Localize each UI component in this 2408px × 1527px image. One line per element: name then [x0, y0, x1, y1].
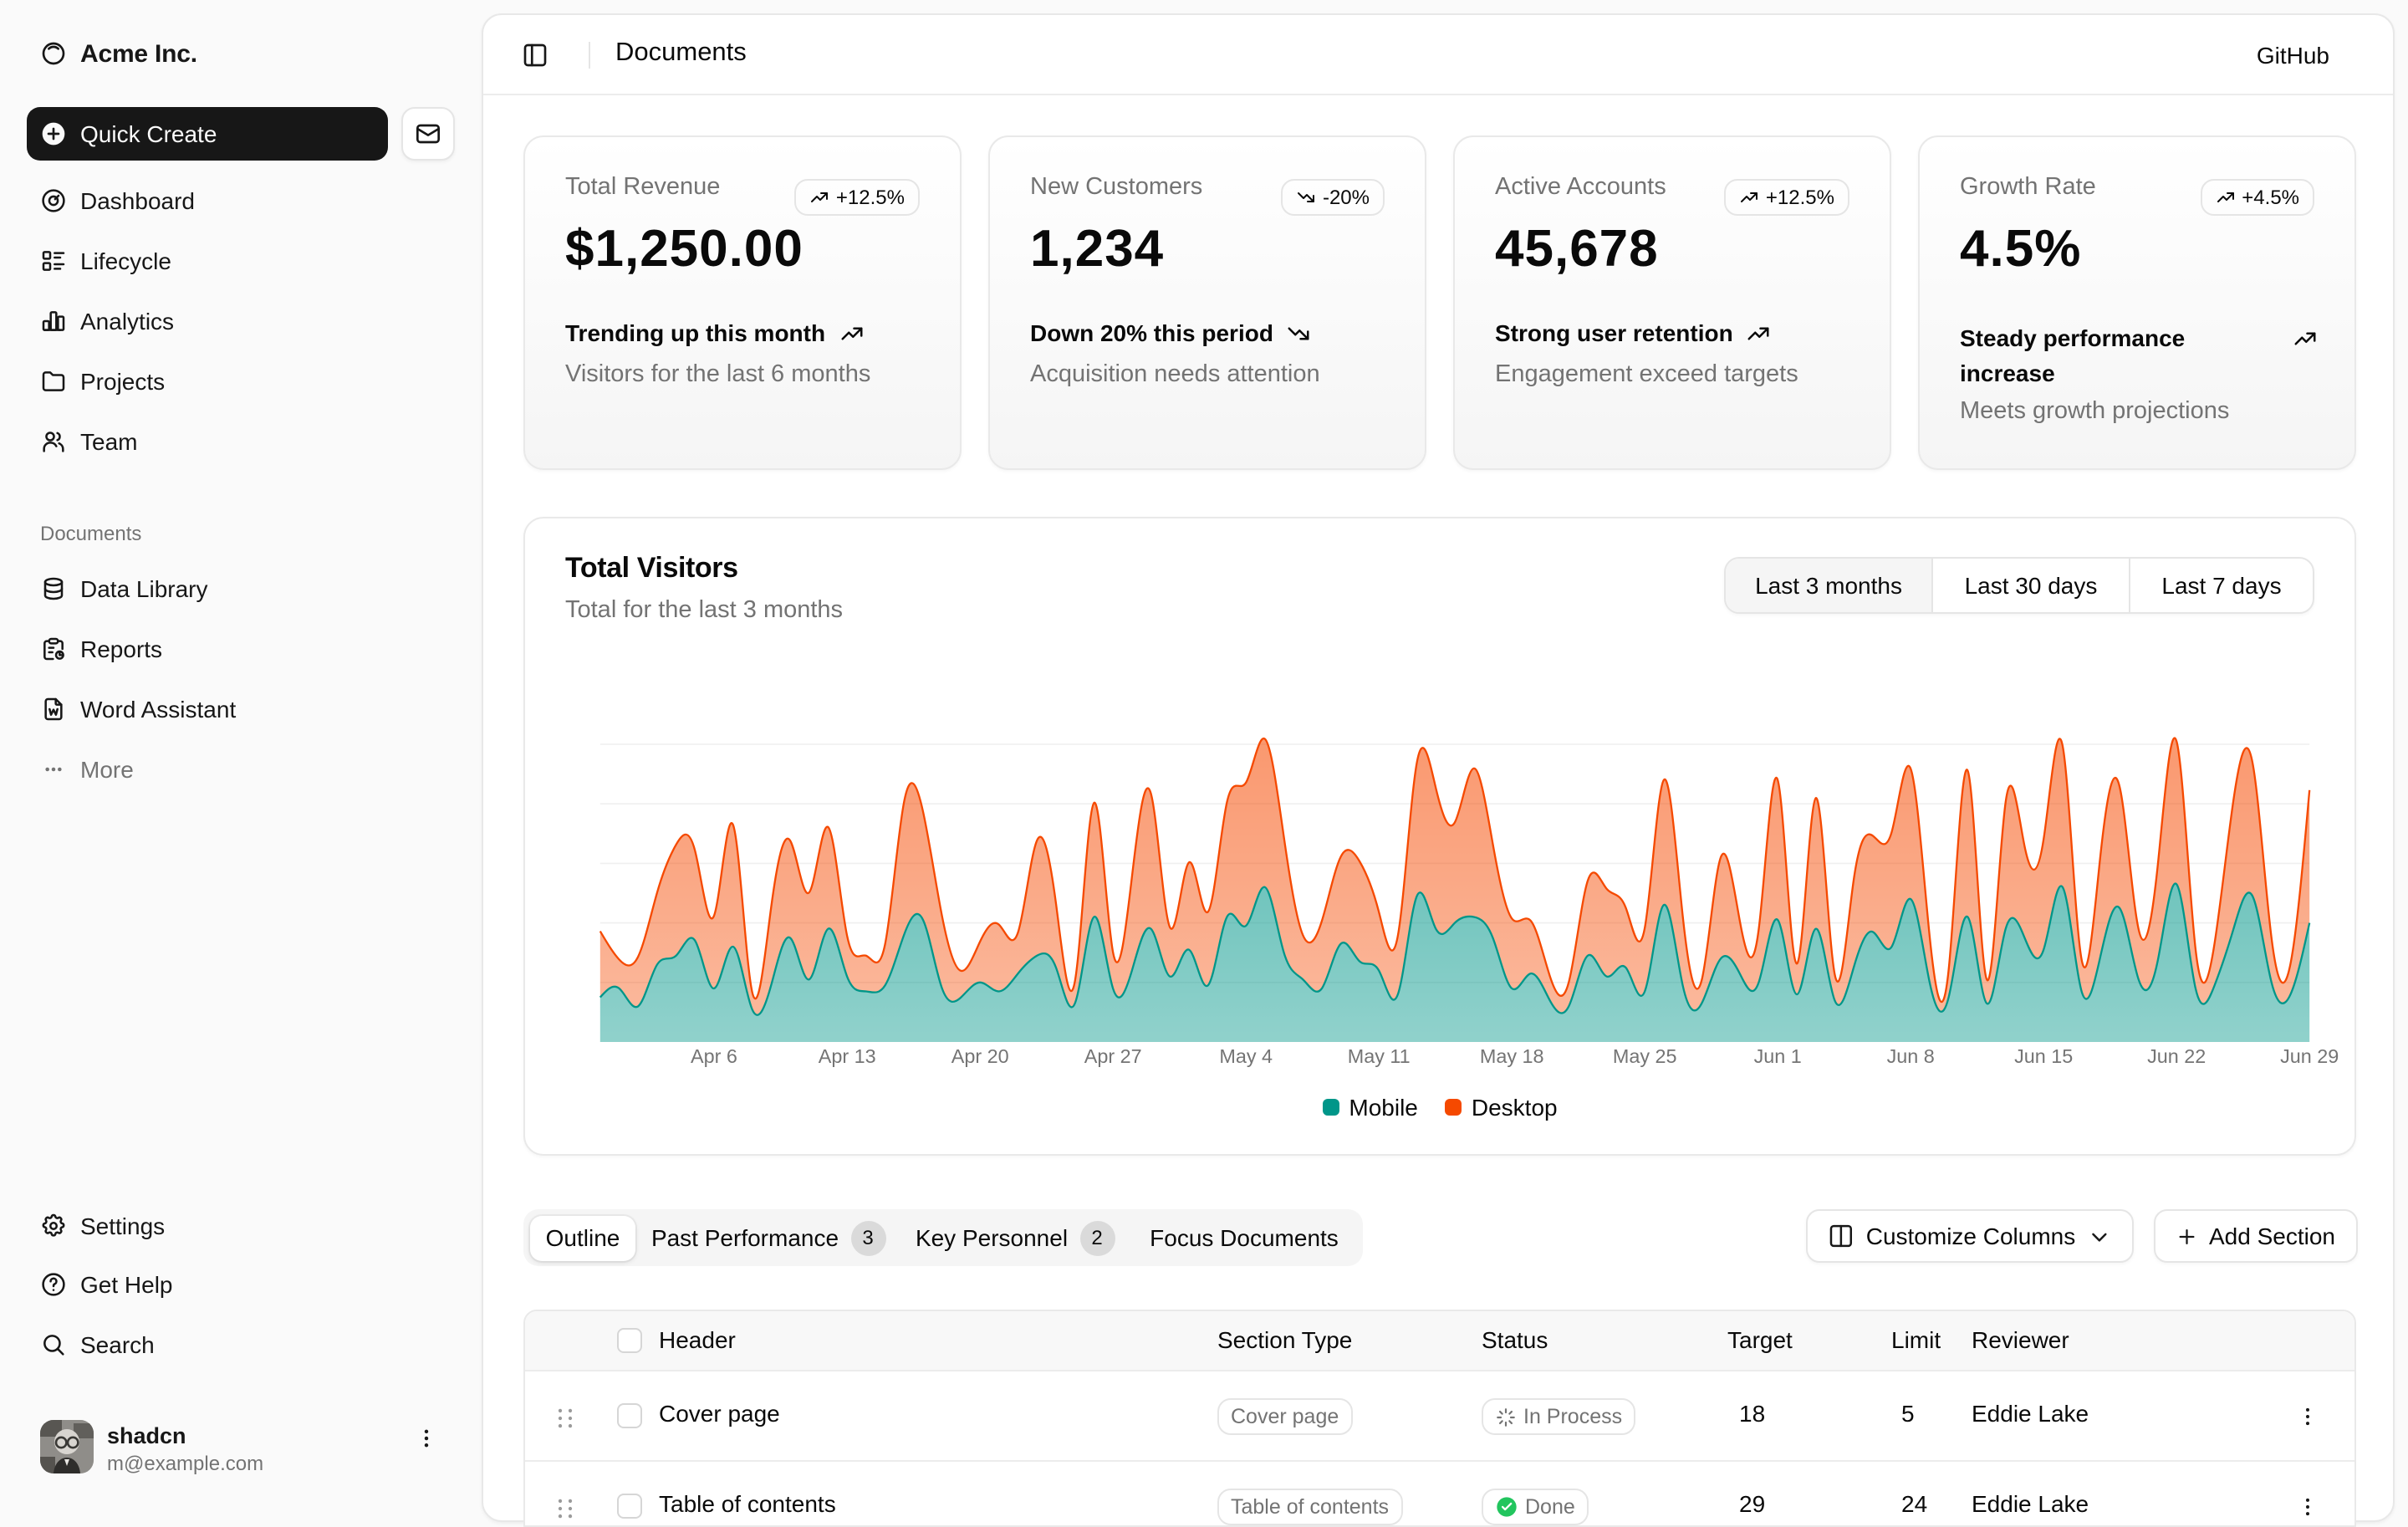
svg-text:Apr 27: Apr 27: [1084, 1045, 1142, 1067]
svg-text:Jun 8: Jun 8: [1887, 1045, 1935, 1067]
svg-text:Apr 20: Apr 20: [951, 1045, 1009, 1067]
svg-text:Apr 6: Apr 6: [691, 1045, 737, 1067]
svg-text:Apr 13: Apr 13: [819, 1045, 876, 1067]
svg-text:May 4: May 4: [1219, 1045, 1273, 1067]
svg-text:Jun 15: Jun 15: [2014, 1045, 2073, 1067]
svg-text:Jun 22: Jun 22: [2147, 1045, 2206, 1067]
svg-text:May 18: May 18: [1480, 1045, 1544, 1067]
svg-text:May 25: May 25: [1613, 1045, 1677, 1067]
svg-text:Jun 29: Jun 29: [2280, 1045, 2339, 1067]
svg-text:Jun 1: Jun 1: [1754, 1045, 1802, 1067]
svg-text:May 11: May 11: [1348, 1045, 1411, 1067]
